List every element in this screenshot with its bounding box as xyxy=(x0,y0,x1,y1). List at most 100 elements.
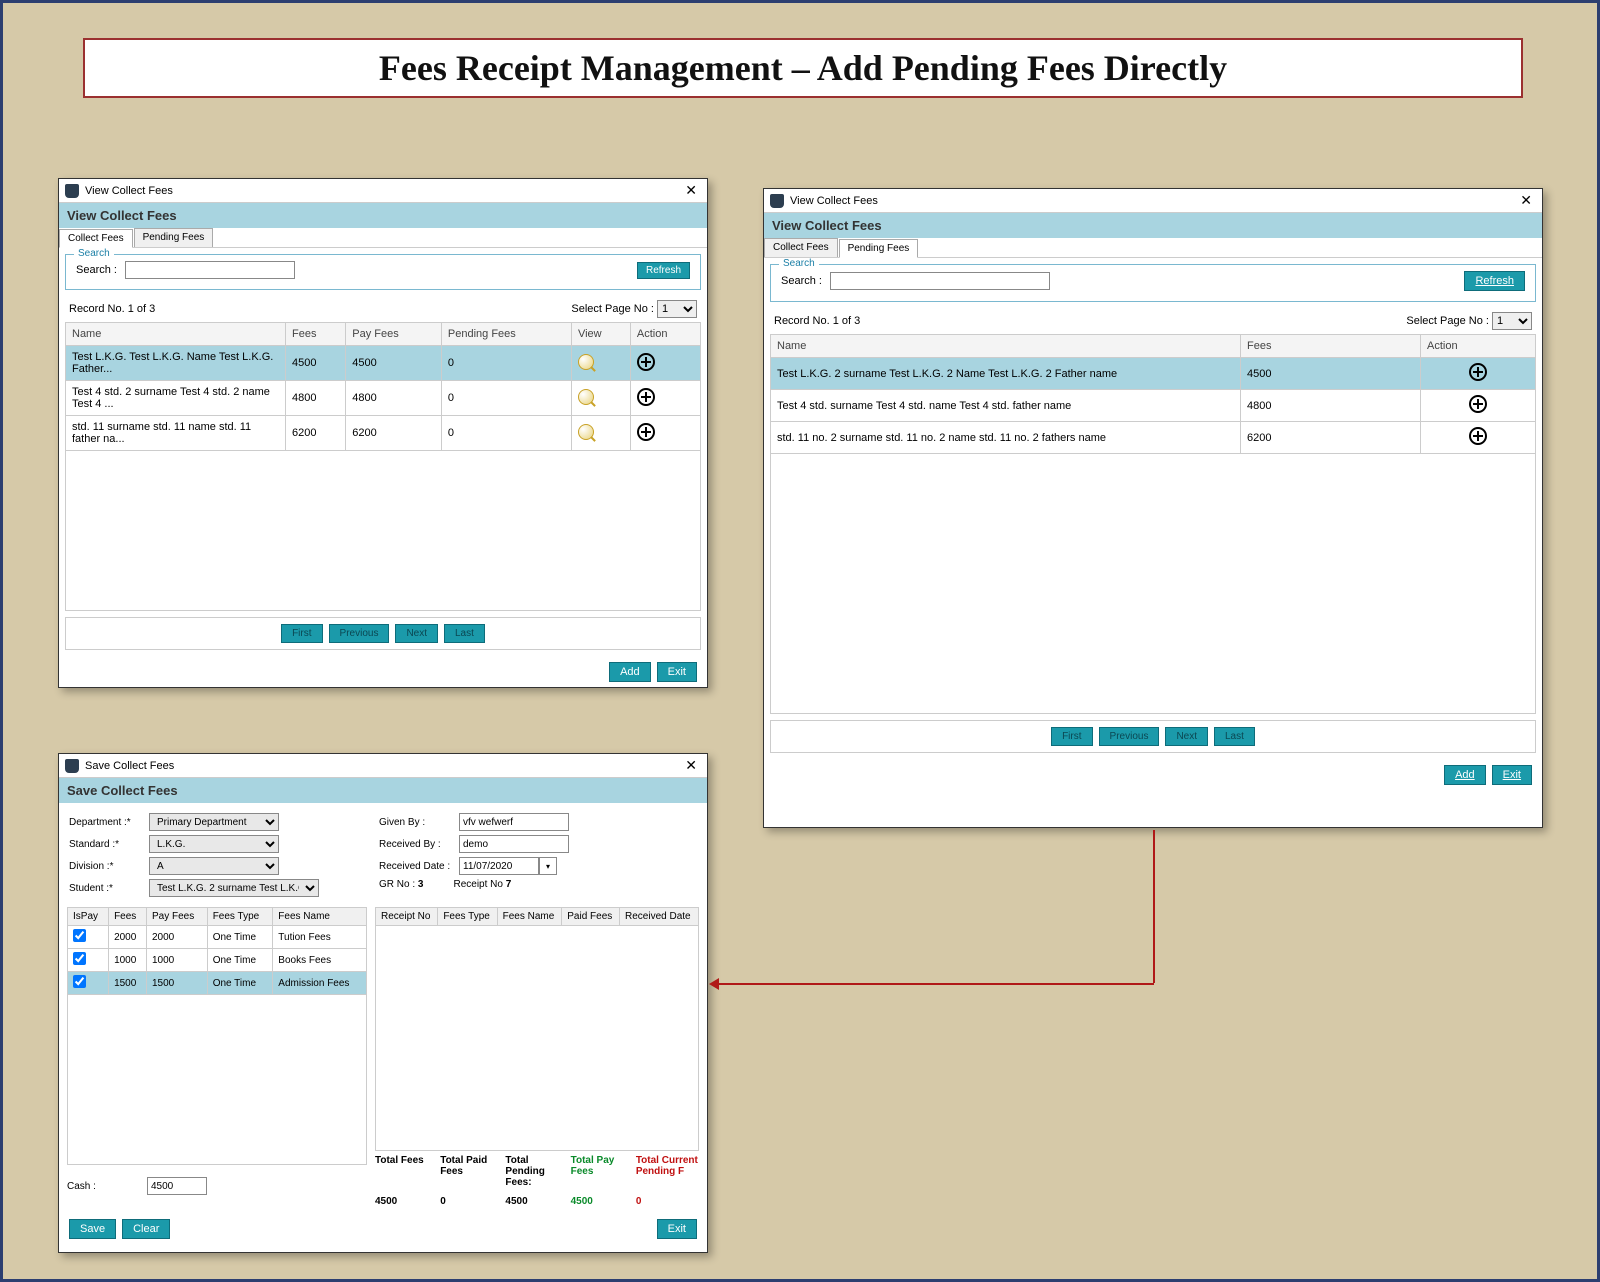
app-icon xyxy=(65,184,79,198)
tab-pending-fees[interactable]: Pending Fees xyxy=(839,239,919,258)
calendar-icon[interactable]: ▾ xyxy=(539,857,557,875)
plus-icon[interactable] xyxy=(1469,395,1487,413)
magnifier-icon[interactable] xyxy=(578,389,594,405)
titlebar: View Collect Fees ✕ xyxy=(764,189,1542,213)
add-button[interactable]: Add xyxy=(1444,765,1486,785)
previous-button[interactable]: Previous xyxy=(329,624,390,643)
plus-icon[interactable] xyxy=(637,423,655,441)
last-button[interactable]: Last xyxy=(444,624,485,643)
clear-button[interactable]: Clear xyxy=(122,1219,170,1239)
pending-table: Name Fees Action Test L.K.G. 2 surname T… xyxy=(770,334,1536,454)
cash-input[interactable] xyxy=(147,1177,207,1195)
pager-row: Record No. 1 of 3 Select Page No : 1 xyxy=(59,296,707,322)
tab-collect-fees[interactable]: Collect Fees xyxy=(59,229,133,248)
date-input[interactable] xyxy=(459,857,539,875)
header: Save Collect Fees xyxy=(59,778,707,803)
given-input[interactable] xyxy=(459,813,569,831)
given-label: Given By : xyxy=(379,817,459,828)
close-icon[interactable]: ✕ xyxy=(681,182,701,199)
dept-select[interactable]: Primary Department xyxy=(149,813,279,831)
page-select[interactable]: 1 xyxy=(657,300,697,318)
search-group: Search Search : Refresh xyxy=(770,264,1536,302)
col-name: Name xyxy=(66,323,286,346)
table-row[interactable]: Test L.K.G. Test L.K.G. Name Test L.K.G.… xyxy=(66,346,701,381)
div-select[interactable]: A xyxy=(149,857,279,875)
magnifier-icon[interactable] xyxy=(578,424,594,440)
add-button[interactable]: Add xyxy=(609,662,651,682)
plus-icon[interactable] xyxy=(1469,363,1487,381)
grid-empty xyxy=(67,995,367,1165)
fees-right-table: Receipt No Fees Type Fees Name Paid Fees… xyxy=(375,907,699,926)
window-title: Save Collect Fees xyxy=(85,760,174,772)
table-row[interactable]: Test 4 std. surname Test 4 std. name Tes… xyxy=(771,390,1536,422)
page-select[interactable]: 1 xyxy=(1492,312,1532,330)
arrow-line xyxy=(1153,830,1155,983)
gr-label: GR No : xyxy=(379,879,415,890)
last-button[interactable]: Last xyxy=(1214,727,1255,746)
footer: Add Exit xyxy=(764,759,1542,791)
next-button[interactable]: Next xyxy=(395,624,438,643)
recv-input[interactable] xyxy=(459,835,569,853)
search-group: Search Search : Refresh xyxy=(65,254,701,290)
table-row[interactable]: 20002000One TimeTution Fees xyxy=(68,926,367,949)
footer: Save Clear Exit xyxy=(59,1211,707,1247)
col-fees: Fees xyxy=(1241,335,1421,358)
close-icon[interactable]: ✕ xyxy=(1516,192,1536,209)
ispay-check[interactable] xyxy=(73,952,86,965)
search-label: Search : xyxy=(781,275,822,287)
exit-button[interactable]: Exit xyxy=(1492,765,1532,785)
next-button[interactable]: Next xyxy=(1165,727,1208,746)
stud-label: Student :* xyxy=(69,883,149,894)
date-label: Received Date : xyxy=(379,861,459,872)
grid-empty xyxy=(65,451,701,611)
page-label: Select Page No : xyxy=(1406,315,1489,327)
stud-select[interactable]: Test L.K.G. 2 surname Test L.K.G. 2 Name xyxy=(149,879,319,897)
search-input[interactable] xyxy=(830,272,1050,290)
close-icon[interactable]: ✕ xyxy=(681,757,701,774)
pagination: First Previous Next Last xyxy=(65,617,701,650)
totals-values: 4500 0 4500 4500 0 xyxy=(375,1192,699,1211)
form-area: Department :*Primary Department Standard… xyxy=(59,803,707,907)
tab-pending-fees[interactable]: Pending Fees xyxy=(134,228,214,247)
pagination: First Previous Next Last xyxy=(770,720,1536,753)
div-label: Division :* xyxy=(69,861,149,872)
recv-label: Received By : xyxy=(379,839,459,850)
table-row[interactable]: Test 4 std. 2 surname Test 4 std. 2 name… xyxy=(66,381,701,416)
tab-collect-fees[interactable]: Collect Fees xyxy=(764,238,838,257)
search-legend: Search xyxy=(779,258,819,269)
receipt-label: Receipt No xyxy=(453,879,502,890)
col-pay: Pay Fees xyxy=(346,323,442,346)
ispay-check[interactable] xyxy=(73,975,86,988)
arrow-line xyxy=(718,983,1154,985)
fees-table: Name Fees Pay Fees Pending Fees View Act… xyxy=(65,322,701,451)
fees-left-table: IsPay Fees Pay Fees Fees Type Fees Name … xyxy=(67,907,367,995)
first-button[interactable]: First xyxy=(1051,727,1092,746)
table-row[interactable]: std. 11 no. 2 surname std. 11 no. 2 name… xyxy=(771,422,1536,454)
app-icon xyxy=(770,194,784,208)
page-title-box: Fees Receipt Management – Add Pending Fe… xyxy=(83,38,1523,98)
col-action: Action xyxy=(1421,335,1536,358)
col-fees: Fees xyxy=(286,323,346,346)
save-button[interactable]: Save xyxy=(69,1219,116,1239)
refresh-button[interactable]: Refresh xyxy=(637,262,690,279)
refresh-button[interactable]: Refresh xyxy=(1464,271,1525,291)
table-row[interactable]: Test L.K.G. 2 surname Test L.K.G. 2 Name… xyxy=(771,358,1536,390)
plus-icon[interactable] xyxy=(637,353,655,371)
previous-button[interactable]: Previous xyxy=(1099,727,1160,746)
table-row[interactable]: std. 11 surname std. 11 name std. 11 fat… xyxy=(66,416,701,451)
search-legend: Search xyxy=(74,248,114,259)
plus-icon[interactable] xyxy=(1469,427,1487,445)
std-select[interactable]: L.K.G. xyxy=(149,835,279,853)
table-row[interactable]: 10001000One TimeBooks Fees xyxy=(68,949,367,972)
magnifier-icon[interactable] xyxy=(578,354,594,370)
header: View Collect Fees xyxy=(59,203,707,228)
window-title: View Collect Fees xyxy=(85,185,173,197)
exit-button[interactable]: Exit xyxy=(657,662,697,682)
exit-button[interactable]: Exit xyxy=(657,1219,697,1239)
plus-icon[interactable] xyxy=(637,388,655,406)
search-input[interactable] xyxy=(125,261,295,279)
record-info: Record No. 1 of 3 xyxy=(69,303,155,315)
ispay-check[interactable] xyxy=(73,929,86,942)
first-button[interactable]: First xyxy=(281,624,322,643)
table-row[interactable]: 15001500One TimeAdmission Fees xyxy=(68,972,367,995)
